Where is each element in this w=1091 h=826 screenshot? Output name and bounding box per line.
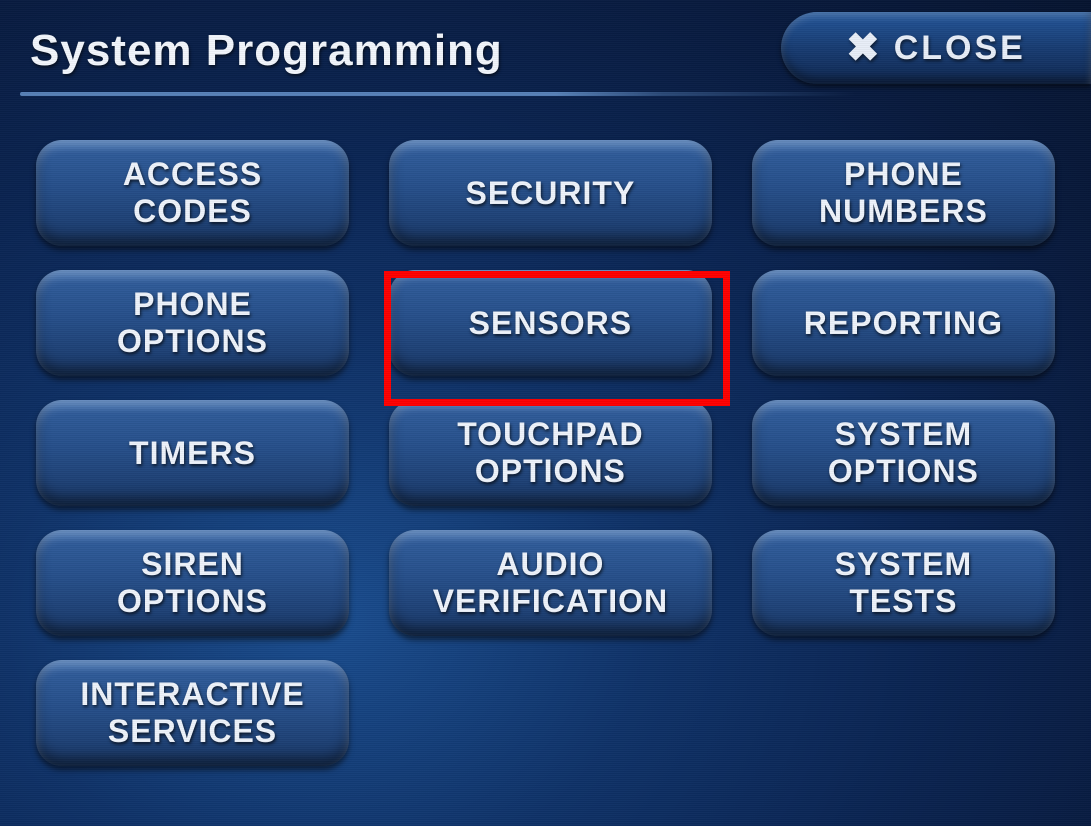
menu-button-label: SYSTEM OPTIONS [828,416,979,490]
close-icon: ✖ [846,28,880,68]
menu-button-label: TIMERS [129,435,256,472]
menu-button-label: PHONE OPTIONS [117,286,268,360]
menu-column-2: SECURITY SENSORS TOUCHPAD OPTIONS AUDIO … [389,140,712,766]
menu-button-label: AUDIO VERIFICATION [433,546,668,620]
menu-grid: ACCESS CODES PHONE OPTIONS TIMERS SIREN … [36,140,1055,766]
header: System Programming ✖ CLOSE [0,0,1091,100]
menu-button-label: ACCESS CODES [123,156,262,230]
touchpad-options-button[interactable]: TOUCHPAD OPTIONS [389,400,712,506]
close-button-label: CLOSE [894,29,1026,68]
phone-numbers-button[interactable]: PHONE NUMBERS [752,140,1055,246]
siren-options-button[interactable]: SIREN OPTIONS [36,530,349,636]
security-button[interactable]: SECURITY [389,140,712,246]
system-tests-button[interactable]: SYSTEM TESTS [752,530,1055,636]
menu-button-label: SIREN OPTIONS [117,546,268,620]
menu-column-1: ACCESS CODES PHONE OPTIONS TIMERS SIREN … [36,140,349,766]
menu-button-label: SYSTEM TESTS [835,546,973,620]
access-codes-button[interactable]: ACCESS CODES [36,140,349,246]
phone-options-button[interactable]: PHONE OPTIONS [36,270,349,376]
interactive-services-button[interactable]: INTERACTIVE SERVICES [36,660,349,766]
close-button[interactable]: ✖ CLOSE [781,12,1091,84]
page-title: System Programming [30,26,503,76]
menu-button-label: INTERACTIVE SERVICES [80,676,304,750]
header-divider [20,92,1091,96]
timers-button[interactable]: TIMERS [36,400,349,506]
audio-verification-button[interactable]: AUDIO VERIFICATION [389,530,712,636]
menu-column-3: PHONE NUMBERS REPORTING SYSTEM OPTIONS S… [752,140,1055,766]
menu-button-label: PHONE NUMBERS [819,156,988,230]
menu-button-label: REPORTING [804,305,1003,342]
menu-button-label: SECURITY [465,175,635,212]
system-options-button[interactable]: SYSTEM OPTIONS [752,400,1055,506]
reporting-button[interactable]: REPORTING [752,270,1055,376]
menu-button-label: TOUCHPAD OPTIONS [457,416,643,490]
menu-button-label: SENSORS [469,305,632,342]
sensors-button[interactable]: SENSORS [389,270,712,376]
